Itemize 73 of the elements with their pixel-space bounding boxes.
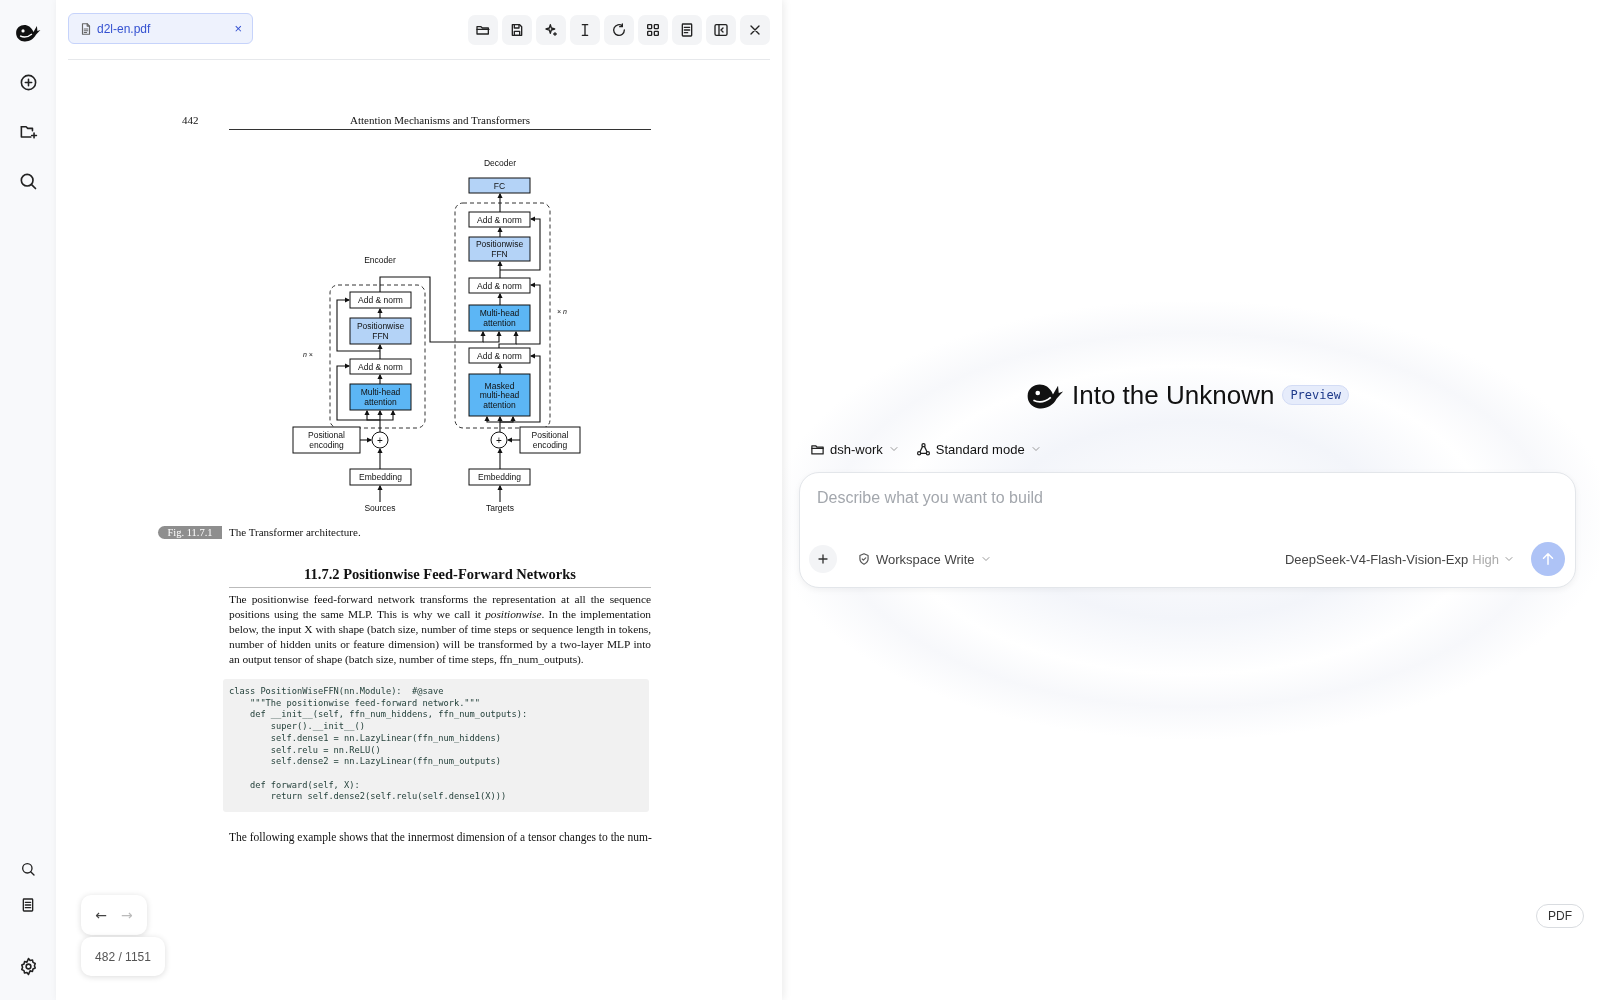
diagram-node: Masked multi-head attention <box>468 373 531 417</box>
settings-icon[interactable] <box>18 957 38 976</box>
prompt-input[interactable]: Describe what you want to build <box>809 485 1565 511</box>
diagram-node: Multi-head attention <box>468 304 531 332</box>
arrow <box>377 484 383 503</box>
diagram-node: Add & norm <box>468 277 531 294</box>
arrow <box>359 437 373 443</box>
diagram-node: Add & norm <box>468 347 531 364</box>
pdf-toggle[interactable]: PDF <box>1536 904 1584 928</box>
sum-node: + <box>371 431 389 449</box>
diagram-label: Encoder <box>364 255 396 265</box>
app-title: Into the Unknown <box>1072 379 1275 411</box>
body-paragraph: The positionwise feed-forward network transforms the representation at all the sequence positions using the same MLP. This is why we call it positionwise. In the implementation below, the input X with shape (batch size, number of time steps or sequence length in tokens, number of hidden units or feature dimension) will be transformed by a two-layer MLP into an output tensor of shape (batch size, number of time steps, ffn_num_outputs). <box>229 592 651 667</box>
diagram-label: Decoder <box>483 158 517 168</box>
preview-badge: Preview <box>1282 385 1349 405</box>
shield-icon <box>857 552 871 566</box>
tab-title: d2l-en.pdf <box>97 21 152 36</box>
sidebar-icon <box>713 22 729 38</box>
arrow <box>497 292 503 306</box>
arrow <box>377 447 383 470</box>
figure-caption: The Transformer architecture. <box>229 526 361 538</box>
permission-selector[interactable]: Workspace Write <box>857 551 992 567</box>
document-icon <box>679 22 695 38</box>
sparkle-icon <box>543 22 559 38</box>
diagram-label: Sources <box>364 503 396 513</box>
page-indicator: 482 / 1151 <box>81 937 165 976</box>
section-heading: 11.7.2 Positionwise Feed-Forward Networks <box>229 566 651 588</box>
add-button[interactable] <box>809 545 837 573</box>
diagram-node: FC <box>468 177 531 194</box>
document-icon[interactable] <box>20 897 36 913</box>
arrow <box>506 437 521 443</box>
toolbar-button[interactable] <box>706 15 736 45</box>
diagram-node: Embedding <box>349 468 412 486</box>
effort-level: High <box>1472 551 1499 567</box>
refresh-icon <box>611 22 627 38</box>
model-selector[interactable]: DeepSeek-V4-Flash-Vision-Exp High <box>1284 551 1515 567</box>
add-circle-icon[interactable] <box>18 72 38 92</box>
diagram-node: Positionwise FFN <box>349 317 412 345</box>
toolbar-button[interactable] <box>672 15 702 45</box>
toolbar-button[interactable] <box>502 15 532 45</box>
page-number: 442 <box>181 114 200 126</box>
arrow <box>497 447 503 470</box>
save-icon <box>509 22 525 38</box>
arrow <box>497 484 503 503</box>
diagram-node: Add & norm <box>349 358 412 375</box>
nodes-icon <box>915 441 931 457</box>
diagram-node: Add & norm <box>349 291 412 309</box>
toolbar-button[interactable] <box>468 15 498 45</box>
toolbar-button[interactable] <box>604 15 634 45</box>
diagram-node: Embedding <box>468 468 531 486</box>
search-icon[interactable] <box>20 861 36 877</box>
body-text: The following example shows that the innermost dimension of a tensor changes to the num- <box>229 831 651 844</box>
tab-close[interactable]: × <box>234 21 242 36</box>
mode-selector[interactable]: Standard mode <box>915 441 1042 457</box>
grid-icon <box>645 22 661 38</box>
file-icon <box>79 21 93 36</box>
toolbar-button[interactable] <box>638 15 668 45</box>
document-tab[interactable]: d2l-en.pdf × <box>68 13 253 44</box>
whale-logo <box>15 22 41 43</box>
diagram-node: Positional encoding <box>292 426 361 454</box>
workspace-selector[interactable]: dsh-work <box>810 441 900 457</box>
diagram-node: Positionwise FFN <box>468 236 531 262</box>
diagram-label: Targets <box>486 503 514 513</box>
arrow <box>497 192 503 213</box>
previous-page-button[interactable]: ← <box>95 907 107 923</box>
diagram-node: Add & norm <box>468 211 531 228</box>
diagram-node: Positional encoding <box>519 426 581 454</box>
sum-node: + <box>490 431 508 449</box>
toolbar-button[interactable] <box>536 15 566 45</box>
code-block: class PositionWiseFFN(nn.Module): #@save """The positionwise feed-forward network.""" def __init__(self, ffn_num_hiddens, ffn_num_outputs): super().__init__() self.dense1 = nn.LazyLinear(ffn_num_hiddens) self.relu = nn.ReLU() self.dense2 = nn.LazyLinear(ffn_num_outputs) def forward(self, X): return self.dense2(self.relu(self.dense1(X))) <box>223 679 649 813</box>
diagram-node: Multi-head attention <box>349 383 412 411</box>
figure-tag: Fig. 11.7.1 <box>158 525 222 539</box>
running-title: Attention Mechanisms and Transformers <box>349 114 531 126</box>
